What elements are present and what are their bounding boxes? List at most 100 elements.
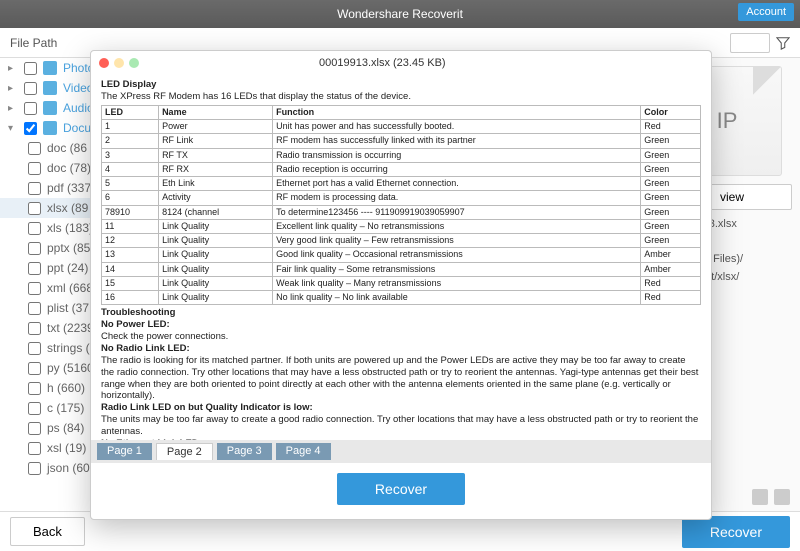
table-row: 4RF RXRadio reception is occurringGreen [102,162,701,176]
checkbox[interactable] [28,282,41,295]
cell: 3 [102,148,159,162]
cell: Link Quality [159,248,273,262]
cell: Good link quality – Occasional retransmi… [273,248,641,262]
checkbox[interactable] [28,362,41,375]
checkbox[interactable] [28,262,41,275]
table-row: 13Link QualityGood link quality – Occasi… [102,248,701,262]
cell: No link quality – No link available [273,291,641,305]
checkbox[interactable] [28,242,41,255]
cell: Radio reception is occurring [273,162,641,176]
checkbox[interactable] [24,62,37,75]
checkbox[interactable] [24,122,37,135]
modal-footer: Recover [91,463,711,519]
recover-button[interactable]: Recover [682,516,790,548]
cell: Green [641,148,701,162]
led-table: LEDNameFunctionColor 1PowerUnit has powe… [101,105,701,306]
cell: Red [641,276,701,290]
cell: RF TX [159,148,273,162]
modal-filename: 00019913.xlsx (23.45 KB) [319,57,446,69]
cell: 4 [102,162,159,176]
checkbox[interactable] [28,222,41,235]
table-row: 11Link QualityExcellent link quality – N… [102,219,701,233]
minimize-icon[interactable] [114,58,124,68]
checkbox[interactable] [28,402,41,415]
cell: Amber [641,262,701,276]
checkbox[interactable] [28,182,41,195]
grid-view-icon[interactable] [752,489,768,505]
checkbox[interactable] [28,382,41,395]
checkbox[interactable] [28,342,41,355]
table-row: 1PowerUnit has power and has successfull… [102,120,701,134]
document-body: LED Display The XPress RF Modem has 16 L… [91,75,711,440]
cell: 16 [102,291,159,305]
modal-recover-button[interactable]: Recover [337,473,465,505]
document-icon [43,121,57,135]
checkbox[interactable] [24,102,37,115]
cell: 11 [102,219,159,233]
filter-icon[interactable] [776,36,790,50]
label: strings ( [47,341,90,355]
cell: 12 [102,234,159,248]
cell: Green [641,205,701,219]
col-head: Name [159,105,273,119]
doc-heading: Troubleshooting [101,307,175,318]
cell: Unit has power and has successfully boot… [273,120,641,134]
col-head: Function [273,105,641,119]
cell: RF modem has successfully linked with it… [273,134,641,148]
cell: Link Quality [159,276,273,290]
cell: RF modem is processing data. [273,191,641,205]
cell: Link Quality [159,234,273,248]
cell: Green [641,234,701,248]
cell: 1 [102,120,159,134]
account-button[interactable]: Account [738,3,794,21]
maximize-icon[interactable] [129,58,139,68]
label: doc (86 [47,141,87,155]
cell: RF RX [159,162,273,176]
checkbox[interactable] [28,322,41,335]
table-row: 5Eth LinkEthernet port has a valid Ether… [102,177,701,191]
label: h (660) [47,381,85,395]
col-head: LED [102,105,159,119]
cell: 2 [102,134,159,148]
checkbox[interactable] [28,462,41,475]
checkbox[interactable] [28,202,41,215]
doc-text: Check the power connections. [101,331,228,342]
cell: Weak link quality – Many retransmissions [273,276,641,290]
page-tab[interactable]: Page 4 [276,443,331,460]
checkbox[interactable] [28,162,41,175]
list-view-icon[interactable] [774,489,790,505]
cell: 6 [102,191,159,205]
cell: 15 [102,276,159,290]
cell: Ethernet port has a valid Ethernet conne… [273,177,641,191]
doc-heading: Radio Link LED on but Quality Indicator … [101,402,313,413]
label: ps (84) [47,421,84,435]
cell: Green [641,191,701,205]
page-tab[interactable]: Page 1 [97,443,152,460]
label: plist (37 [47,301,89,315]
table-row: 2RF LinkRF modem has successfully linked… [102,134,701,148]
checkbox[interactable] [24,82,37,95]
close-icon[interactable] [99,58,109,68]
cell: Activity [159,191,273,205]
doc-heading: No Power LED: [101,319,170,330]
checkbox[interactable] [28,302,41,315]
cell: Link Quality [159,291,273,305]
checkbox[interactable] [28,142,41,155]
cell: Green [641,162,701,176]
cell: Amber [641,248,701,262]
page-tab[interactable]: Page 3 [217,443,272,460]
label: ppt (24) [47,261,88,275]
search-box[interactable] [730,33,770,53]
thumb-text: IP [717,108,738,134]
cell: Link Quality [159,262,273,276]
cell: Eth Link [159,177,273,191]
doc-heading: LED Display [101,79,156,90]
cell: 14 [102,262,159,276]
back-button[interactable]: Back [10,517,85,546]
video-icon [43,81,57,95]
checkbox[interactable] [28,422,41,435]
window-controls [99,58,139,68]
checkbox[interactable] [28,442,41,455]
cell: Excellent link quality – No retransmissi… [273,219,641,233]
page-tab[interactable]: Page 2 [156,443,213,460]
